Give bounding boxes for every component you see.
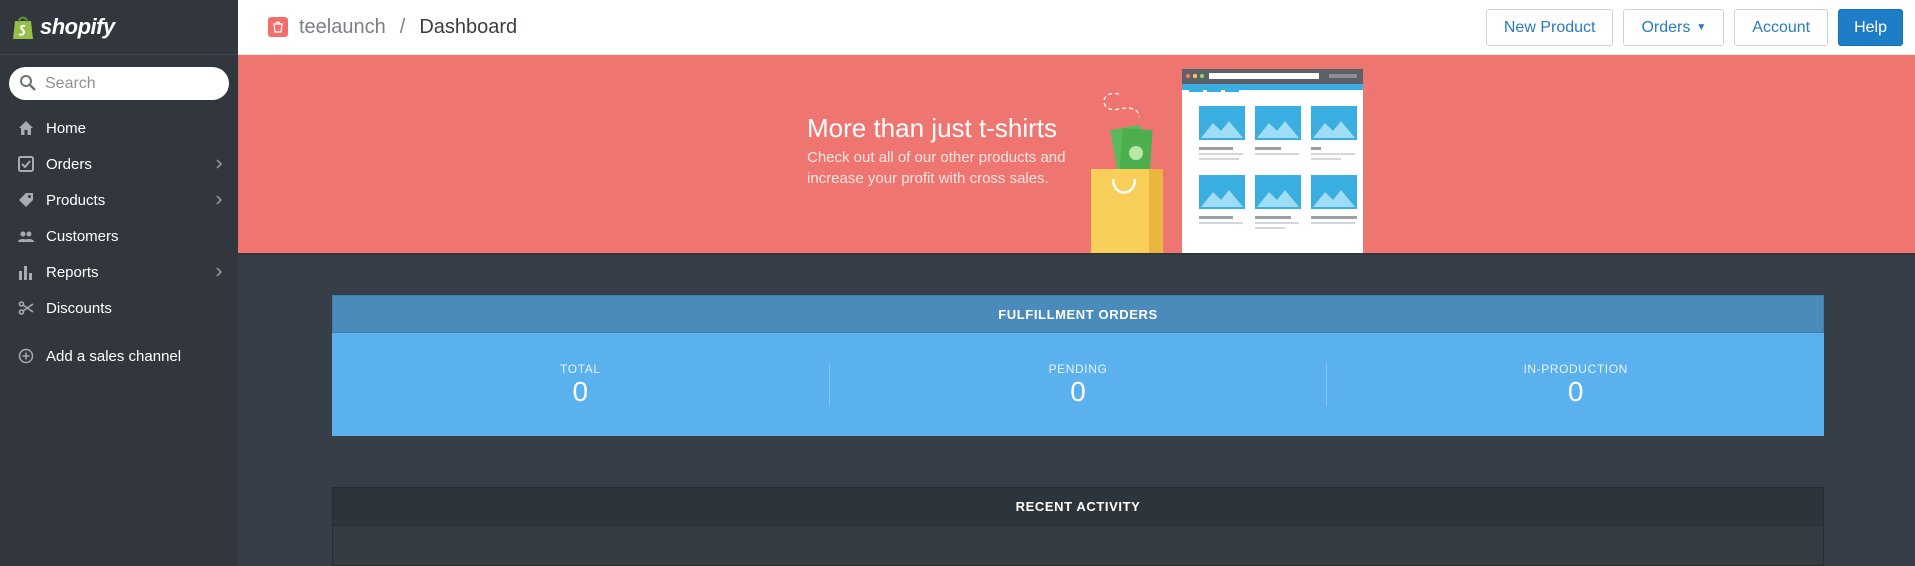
sidebar-item-reports[interactable]: Reports [0,254,238,290]
stat-value: 0 [1567,376,1584,407]
banner-illustration [1091,69,1363,253]
search-input[interactable] [45,74,215,93]
stat-pending: PENDING 0 [830,362,1328,407]
tag-icon [18,192,34,208]
sidebar-item-products[interactable]: Products [0,182,238,218]
brand-name: shopify [40,14,115,39]
account-button[interactable]: Account [1734,9,1829,46]
orders-icon [18,156,34,172]
search-wrap [0,55,238,110]
sidebar-item-label: Reports [46,263,99,281]
customers-icon [18,228,34,244]
sidebar-item-discounts[interactable]: Discounts [0,290,238,326]
breadcrumb-store-link[interactable]: teelaunch [299,16,386,39]
sidebar-item-home[interactable]: Home [0,110,238,146]
promo-banner[interactable]: More than just t-shirts Check out all of… [238,55,1915,255]
recent-activity-title: RECENT ACTIVITY [332,487,1824,526]
chevron-right-icon [216,195,223,205]
recent-activity-panel: RECENT ACTIVITY [332,487,1824,566]
shopping-bag-icon [13,16,33,39]
fulfillment-orders-panel: FULFILLMENT ORDERS TOTAL 0 PENDING 0 IN-… [332,295,1824,436]
breadcrumb-separator: / [399,15,406,38]
sidebar: shopify Home Orders [0,0,238,566]
scissors-icon [18,300,34,316]
sidebar-item-label: Orders [46,155,92,173]
search-icon [20,75,36,91]
chevron-right-icon [216,267,223,277]
shopify-logo[interactable]: shopify [12,14,115,40]
top-actions: New Product Orders ▼ Account Help [1485,9,1903,46]
stat-label: PENDING [1048,362,1108,376]
sidebar-item-orders[interactable]: Orders [0,146,238,182]
banner-title: More than just t-shirts [807,113,1057,143]
plus-circle-icon [18,348,34,364]
home-icon [18,120,34,136]
orders-dropdown-label: Orders [1641,18,1691,36]
top-bar: teelaunch / Dashboard New Product Orders… [238,0,1915,55]
store-icon [268,17,288,37]
brand: shopify [0,0,238,55]
chevron-right-icon [216,159,223,169]
caret-down-icon: ▼ [1696,22,1707,33]
new-product-button[interactable]: New Product [1485,9,1614,46]
fulfillment-orders-title: FULFILLMENT ORDERS [332,295,1824,333]
sidebar-nav: Home Orders Products Customers Reports D… [0,110,238,374]
sidebar-item-add-sales-channel[interactable]: Add a sales channel [0,338,238,374]
stat-label: TOTAL [560,362,601,376]
stat-total: TOTAL 0 [332,362,830,407]
sidebar-item-customers[interactable]: Customers [0,218,238,254]
search-box[interactable] [9,67,229,100]
sidebar-item-label: Discounts [46,299,112,317]
sidebar-item-label: Home [46,119,87,137]
sidebar-item-label: Add a sales channel [46,347,182,365]
fulfillment-stats: TOTAL 0 PENDING 0 IN-PRODUCTION 0 [332,333,1824,436]
stat-value: 0 [1070,376,1086,407]
sidebar-item-label: Customers [46,227,119,245]
breadcrumb: teelaunch / Dashboard [238,16,517,39]
stat-in-production: IN-PRODUCTION 0 [1327,362,1824,407]
page-title: Dashboard [419,15,518,38]
recent-activity-list [332,526,1824,566]
help-button[interactable]: Help [1838,9,1903,46]
nav-spacer [0,326,238,338]
bar-chart-icon [18,264,34,280]
stat-value: 0 [572,376,589,407]
orders-dropdown-button[interactable]: Orders ▼ [1623,9,1725,46]
sidebar-item-label: Products [46,191,106,209]
banner-subtitle: Check out all of our other products and … [807,149,1066,187]
stat-label: IN-PRODUCTION [1523,362,1628,376]
